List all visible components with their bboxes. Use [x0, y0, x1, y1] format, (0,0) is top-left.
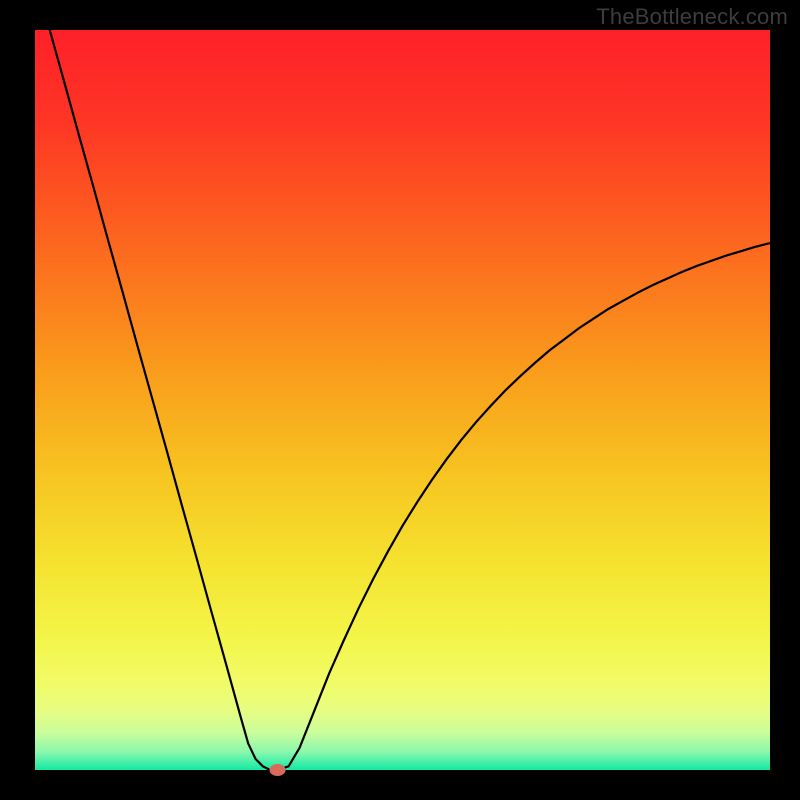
chart-container: TheBottleneck.com	[0, 0, 800, 800]
plot-background	[35, 30, 770, 770]
chart-svg	[0, 0, 800, 800]
watermark-text: TheBottleneck.com	[596, 4, 788, 30]
minimum-marker	[270, 764, 286, 776]
